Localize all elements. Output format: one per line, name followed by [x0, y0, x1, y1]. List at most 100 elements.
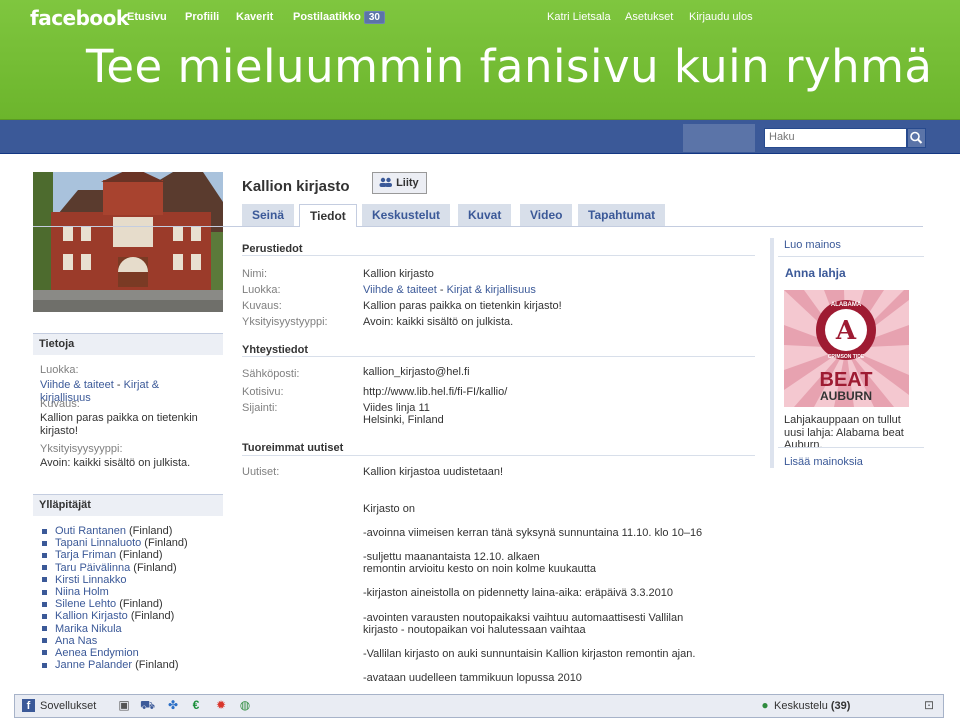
- category-link-2[interactable]: Kirjat & kirjallisuus: [447, 284, 536, 296]
- globe-icon[interactable]: ◍: [238, 698, 252, 712]
- admin-link[interactable]: Taru Päivälinna: [55, 562, 130, 574]
- more-ads-link[interactable]: Lisää mainoksia: [784, 456, 863, 468]
- admin-country: (Finland): [125, 525, 173, 537]
- privacy-value: Avoin: kaikki sisältö on julkista.: [363, 316, 514, 328]
- name-value: Kallion kirjasto: [363, 268, 434, 280]
- join-button[interactable]: Liity: [372, 172, 427, 194]
- people-icon: [379, 177, 392, 187]
- privacy-label: Yksityisyystyyppi:: [242, 316, 328, 328]
- search-input[interactable]: Haku: [764, 128, 907, 148]
- applications-button[interactable]: Sovellukset: [40, 700, 96, 712]
- news-line: -suljettu maanantaista 12.10. alkaen: [363, 551, 540, 563]
- list-item: Janne Palander (Finland): [42, 659, 188, 671]
- puzzle-icon[interactable]: ✤: [166, 698, 180, 712]
- list-item: Niina Holm: [42, 586, 188, 598]
- create-ad-link[interactable]: Luo mainos: [784, 239, 841, 251]
- homepage-link[interactable]: http://www.lib.hel.fi/fi-FI/kallio/: [363, 386, 507, 398]
- logout-link[interactable]: Kirjaudu ulos: [689, 11, 753, 23]
- admin-link[interactable]: Niina Holm: [55, 586, 109, 598]
- contact-divider: [242, 356, 755, 357]
- tab-video[interactable]: Video: [520, 204, 573, 226]
- chat-button[interactable]: Keskustelu (39): [774, 700, 850, 712]
- news-line: -avoinna viimeisen kerran tänä syksynä s…: [363, 527, 703, 539]
- nav-inbox[interactable]: Postilaatikko 30: [293, 11, 385, 24]
- nav-inbox-label: Postilaatikko: [293, 11, 361, 23]
- info-heading: Tietoja: [33, 333, 223, 355]
- admin-link[interactable]: Janne Palander: [55, 659, 132, 671]
- admin-link[interactable]: Outi Rantanen: [55, 525, 126, 537]
- news-line: -kirjaston aineistolla on pidennetty lai…: [363, 587, 674, 599]
- page-title: Kallion kirjasto: [242, 178, 350, 195]
- notes-icon[interactable]: ▣: [117, 698, 131, 712]
- admin-link[interactable]: Tapani Linnaluoto: [55, 537, 141, 549]
- news-line: -Vallilan kirjasto on auki sunnuntaisin …: [363, 648, 696, 660]
- email-value: kallion_kirjasto@hel.fi: [363, 366, 470, 378]
- location-label: Sijainti:: [242, 402, 278, 414]
- sidebar-category-link-1[interactable]: Viihde & taiteet: [40, 379, 114, 391]
- basic-info-divider: [242, 255, 755, 256]
- facebook-logo[interactable]: facebook: [30, 6, 129, 30]
- nav-friends[interactable]: Kaverit: [236, 11, 273, 23]
- sidebar-privacy-label: Yksityisyysyyppi:: [40, 443, 123, 455]
- admins-list: Outi Rantanen (Finland) Tapani Linnaluot…: [42, 525, 188, 671]
- list-item: Aenea Endymion: [42, 647, 188, 659]
- news-line: kirjasto - noutopaikan voi halutessaan v…: [363, 624, 586, 636]
- admin-link[interactable]: Silene Lehto: [55, 598, 116, 610]
- admin-country: (Finland): [116, 598, 163, 611]
- settings-link[interactable]: Asetukset: [625, 11, 673, 23]
- tab-info[interactable]: Tiedot: [299, 204, 357, 227]
- search-button[interactable]: [907, 128, 926, 148]
- euro-icon[interactable]: €: [189, 698, 203, 712]
- ad-divider-bottom: [778, 447, 924, 448]
- ad-body-text: Lahjakauppaan on tullut uusi lahja: Alab…: [784, 414, 904, 451]
- sidebar-category-label: Luokka:: [40, 364, 79, 376]
- ad-divider: [778, 256, 924, 257]
- tab-events[interactable]: Tapahtumat: [578, 204, 666, 226]
- facebook-icon[interactable]: f: [22, 699, 35, 712]
- news-line: -avataan uudelleen tammikuun lopussa 201…: [363, 672, 582, 684]
- list-item: Ana Nas: [42, 635, 188, 647]
- admins-heading: Ylläpitäjät: [33, 494, 223, 516]
- admin-link[interactable]: Kirsti Linnakko: [55, 574, 127, 586]
- news-line: remontin arvioitu kesto on noin kolme ku…: [363, 563, 596, 575]
- ad-image-text-top: ALABAMA: [831, 302, 862, 308]
- ad-title[interactable]: Anna lahja: [785, 266, 846, 280]
- admin-country: (Finland): [141, 537, 188, 550]
- admin-link[interactable]: Marika Nikula: [55, 623, 122, 635]
- nav-profile[interactable]: Profiili: [185, 11, 219, 23]
- list-item: Silene Lehto (Finland): [42, 598, 188, 610]
- admin-link[interactable]: Ana Nas: [55, 635, 97, 647]
- description-value: Kallion paras paikka on tietenkin kirjas…: [363, 300, 562, 312]
- contact-heading: Yhteystiedot: [242, 344, 309, 356]
- admin-country: (Finland): [130, 561, 177, 574]
- inbox-count-badge: 30: [363, 11, 385, 24]
- admin-link[interactable]: Aenea Endymion: [55, 647, 139, 659]
- list-item: Outi Rantanen (Finland): [42, 525, 188, 537]
- logout-button-bg: [683, 124, 755, 152]
- ad-image[interactable]: ALABAMA CRIMSON TIDE A BEAT AUBURN: [784, 290, 909, 407]
- slide-title: Tee mieluummin fanisivu kuin ryhmä: [86, 40, 933, 93]
- chat-count: (39): [830, 700, 851, 712]
- chat-label: Keskustelu: [774, 700, 828, 712]
- star-icon[interactable]: ✹: [214, 698, 228, 712]
- tab-wall[interactable]: Seinä: [242, 204, 295, 226]
- list-item: Tarja Friman (Finland): [42, 549, 188, 561]
- street-link[interactable]: Viides linja 11: [363, 402, 430, 414]
- news-line: Kirjasto on: [363, 503, 415, 515]
- user-name-link[interactable]: Katri Lietsala: [547, 11, 611, 23]
- profile-photo[interactable]: [33, 172, 223, 312]
- news-heading: Tuoreimmat uutiset: [242, 442, 344, 454]
- news-divider: [242, 455, 755, 456]
- admin-link[interactable]: Kallion Kirjasto: [55, 610, 128, 622]
- admin-link[interactable]: Tarja Friman: [55, 549, 116, 561]
- popout-icon[interactable]: ⊡: [922, 698, 936, 712]
- tab-discussions[interactable]: Keskustelut: [362, 204, 451, 226]
- sidebar-description: Kallion paras paikka on tietenkin kirjas…: [40, 412, 198, 437]
- car-icon[interactable]: ⛟: [140, 698, 155, 712]
- tab-photos[interactable]: Kuvat: [458, 204, 512, 226]
- category-value: Viihde & taiteet - Kirjat & kirjallisuus: [363, 284, 536, 296]
- list-item: Kallion Kirjasto (Finland): [42, 610, 188, 622]
- nav-home[interactable]: Etusivu: [127, 11, 167, 23]
- search-icon: [910, 131, 923, 144]
- category-link-1[interactable]: Viihde & taiteet: [363, 284, 437, 296]
